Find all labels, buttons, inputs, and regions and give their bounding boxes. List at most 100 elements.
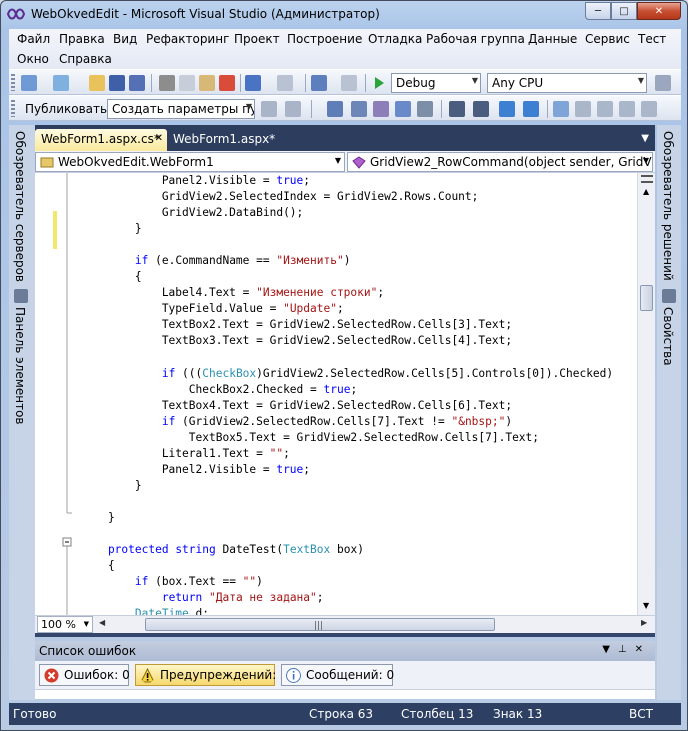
tab-webform1-aspx[interactable]: WebForm1.aspx* — [167, 129, 277, 151]
code-line[interactable]: { — [81, 558, 637, 574]
quick-info-icon[interactable] — [373, 101, 389, 117]
toolbox-tab[interactable]: Панель элементов — [13, 307, 27, 425]
messages-filter-button[interactable]: Сообщений: 0 — [281, 664, 394, 686]
publish-settings-icon[interactable] — [285, 101, 301, 117]
code-line[interactable]: TextBox3.Text = GridView2.SelectedRow.Ce… — [81, 333, 637, 349]
errors-filter-button[interactable]: Ошибок: 0 — [39, 664, 130, 686]
code-line[interactable]: GridView2.DataBind(); — [81, 205, 637, 221]
code-line[interactable]: if (e.CommandName == "Изменить") — [81, 253, 637, 269]
undo-icon[interactable] — [245, 75, 261, 91]
code-editor[interactable]: Panel2.Visible = true; GridView2.Selecte… — [35, 173, 637, 615]
menu-file[interactable]: Файл — [17, 32, 50, 46]
server-explorer-tab[interactable]: Обозреватель серверов — [13, 131, 27, 282]
publish-icon[interactable] — [261, 101, 277, 117]
code-line[interactable]: ​ — [81, 350, 637, 366]
chevron-down-icon[interactable]: ▼ — [641, 133, 649, 144]
menu-edit[interactable]: Правка — [59, 32, 105, 46]
toolbar-grip[interactable] — [11, 100, 15, 117]
vertical-scroll-thumb[interactable] — [640, 285, 653, 311]
code-line[interactable]: ​ — [81, 526, 637, 542]
code-line[interactable]: } — [81, 478, 637, 494]
code-line[interactable]: ​ — [81, 494, 637, 510]
code-line[interactable]: if (((CheckBox)GridView2.SelectedRow.Cel… — [81, 366, 637, 382]
class-combo[interactable]: WebOkvedEdit.WebForm1 ▼ — [35, 152, 345, 172]
code-line[interactable]: TextBox4.Text = GridView2.SelectedRow.Ce… — [81, 398, 637, 414]
split-handle[interactable] — [641, 175, 653, 183]
scroll-down-icon[interactable]: ▼ — [643, 601, 649, 610]
minimize-button[interactable]: ─ — [585, 2, 611, 20]
parameter-info-icon[interactable] — [351, 101, 367, 117]
toolbar-grip[interactable] — [11, 74, 15, 91]
cut-icon[interactable] — [159, 75, 175, 91]
code-line[interactable]: if (GridView2.SelectedRow.Cells[7].Text … — [81, 414, 637, 430]
next-bookmark-icon[interactable] — [597, 101, 613, 117]
open-folder-icon[interactable] — [89, 75, 105, 91]
code-line[interactable]: DateTime d; — [81, 606, 637, 615]
menu-refactor[interactable]: Рефакторинг — [146, 32, 229, 46]
code-line[interactable]: } — [81, 510, 637, 526]
comment-icon[interactable] — [449, 101, 465, 117]
clear-bookmarks-icon[interactable] — [641, 101, 657, 117]
code-line[interactable]: Literal1.Text = ""; — [81, 446, 637, 462]
redo-icon[interactable] — [277, 75, 293, 91]
navigate-forward-icon[interactable] — [341, 75, 357, 91]
code-line[interactable]: ​ — [81, 237, 637, 253]
solution-configuration-combo[interactable]: Debug ▼ — [391, 73, 481, 93]
code-line[interactable]: GridView2.SelectedIndex = GridView2.Rows… — [81, 189, 637, 205]
code-line[interactable]: } — [81, 221, 637, 237]
decrease-indent-icon[interactable] — [523, 101, 539, 117]
code-line[interactable]: CheckBox2.Checked = true; — [81, 382, 637, 398]
menu-view[interactable]: Вид — [113, 32, 137, 46]
code-line[interactable]: { — [81, 269, 637, 285]
bookmark-icon[interactable] — [553, 101, 569, 117]
maximize-button[interactable]: □ — [611, 2, 637, 20]
new-project-icon[interactable] — [21, 75, 37, 91]
horizontal-scroll-thumb[interactable]: ||| — [145, 618, 495, 631]
menu-tools[interactable]: Сервис — [585, 32, 630, 46]
menu-build[interactable]: Построение — [287, 32, 362, 46]
uncomment-icon[interactable] — [473, 101, 489, 117]
menu-help[interactable]: Справка — [59, 52, 112, 66]
close-icon[interactable]: ✕ — [155, 133, 163, 144]
start-debugging-icon[interactable] — [371, 75, 387, 91]
code-line[interactable]: protected string DateTest(TextBox box) — [81, 542, 637, 558]
scroll-left-icon[interactable]: ◀ — [99, 618, 105, 627]
delete-icon[interactable] — [219, 75, 235, 91]
solution-platform-combo[interactable]: Any CPU ▼ — [487, 73, 647, 93]
save-all-icon[interactable] — [129, 75, 145, 91]
warnings-filter-button[interactable]: Предупреждений: 3 — [135, 664, 288, 686]
scroll-right-icon[interactable]: ▶ — [641, 618, 647, 627]
code-line[interactable]: if (box.Text == "") — [81, 574, 637, 590]
add-item-icon[interactable] — [53, 75, 69, 91]
vertical-scrollbar[interactable]: ▲ ▼ — [637, 173, 655, 615]
tab-webform1-aspx-cs[interactable]: WebForm1.aspx.cs* ✕ — [35, 129, 167, 151]
scroll-up-icon[interactable]: ▲ — [643, 187, 649, 196]
prev-bookmark-folder-icon[interactable] — [619, 101, 635, 117]
outdent-icon[interactable] — [417, 101, 433, 117]
title-bar[interactable]: WebOkvedEdit - Microsoft Visual Studio (… — [1, 1, 687, 29]
code-line[interactable]: Panel2.Visible = true; — [81, 462, 637, 478]
close-icon[interactable]: ✕ — [635, 644, 651, 655]
indent-icon[interactable] — [499, 101, 515, 117]
menu-data[interactable]: Данные — [528, 32, 577, 46]
close-button[interactable]: ✕ — [637, 2, 681, 20]
member-combo[interactable]: GridView2_RowCommand(object sender, Grid… — [347, 152, 653, 172]
complete-word-icon[interactable] — [395, 101, 411, 117]
properties-tab[interactable]: Свойства — [661, 307, 675, 366]
code-line[interactable]: TextBox5.Text = GridView2.SelectedRow.Ce… — [81, 430, 637, 446]
code-line[interactable]: TextBox2.Text = GridView2.SelectedRow.Ce… — [81, 317, 637, 333]
code-line[interactable]: return "Дата не задана"; — [81, 590, 637, 606]
menu-team[interactable]: Рабочая группа — [426, 32, 525, 46]
zoom-combo[interactable]: 100 % ▼ — [37, 616, 93, 633]
navigate-backward-icon[interactable] — [311, 75, 327, 91]
code-line[interactable]: Panel2.Visible = true; — [81, 173, 637, 189]
copy-icon[interactable] — [179, 75, 195, 91]
menu-project[interactable]: Проект — [234, 32, 280, 46]
pin-icon[interactable]: ⊥ — [618, 644, 635, 655]
paste-icon[interactable] — [199, 75, 215, 91]
list-members-icon[interactable] — [327, 101, 343, 117]
find-icon[interactable] — [655, 75, 671, 91]
code-text[interactable]: Panel2.Visible = true; GridView2.Selecte… — [81, 173, 637, 615]
menu-debug[interactable]: Отладка — [368, 32, 422, 46]
save-icon[interactable] — [109, 75, 125, 91]
